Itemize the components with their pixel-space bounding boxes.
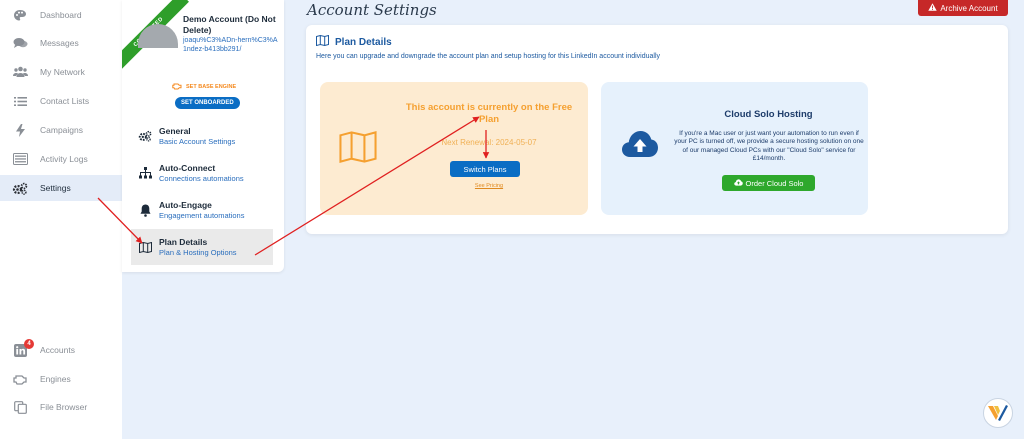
plan-details-card: Plan Details Here you can upgrade and do… (306, 25, 1008, 234)
account-slug[interactable]: joaqu%C3%ADn-hern%C3%A1ndez-b413bb291/ (183, 36, 279, 54)
menu-item-subtitle: Connections automations (159, 173, 244, 183)
sidebar-item-accounts[interactable]: 4 Accounts (0, 337, 122, 363)
archive-account-label: Archive Account (940, 3, 998, 13)
sidebar-item-messages[interactable]: Messages (0, 30, 122, 56)
sidebar-item-my-network[interactable]: My Network (0, 59, 122, 85)
map-icon (131, 241, 159, 253)
menu-item-title: Auto-Connect (159, 162, 216, 173)
list-icon (0, 96, 40, 107)
page-title: Account Settings (307, 1, 437, 19)
network-icon (131, 167, 159, 179)
sidebar-item-dashboard[interactable]: Dashboard (0, 2, 122, 28)
bell-icon (131, 204, 159, 217)
archive-account-button[interactable]: Archive Account (918, 0, 1008, 16)
menu-item-subtitle: Engagement automations (159, 210, 245, 220)
plan-details-heading: Plan Details (316, 34, 392, 49)
sidebar-item-contact-lists[interactable]: Contact Lists (0, 88, 122, 114)
bolt-icon (0, 123, 40, 137)
file-browser-icon (0, 400, 40, 414)
app-logo (983, 398, 1013, 428)
linkedin-icon: 4 (0, 338, 40, 357)
account-settings-panel: CONNECTED Demo Account (Do Not Delete) j… (122, 0, 284, 272)
current-plan-box: This account is currently on the Free Pl… (320, 82, 588, 215)
warning-icon (928, 3, 938, 13)
menu-item-plan-details[interactable]: Plan Details Plan & Hosting Options (131, 229, 273, 265)
sidebar-item-label: Accounts (40, 345, 75, 355)
account-name: Demo Account (Do Not Delete) (183, 14, 276, 35)
sidebar-item-label: Engines (40, 374, 71, 384)
plan-details-title: Plan Details (335, 36, 392, 48)
palette-icon (0, 9, 40, 22)
menu-item-title: Plan Details (159, 236, 208, 247)
cloud-upload-icon (621, 130, 659, 161)
sidebar-item-engines[interactable]: Engines (0, 366, 122, 392)
map-icon (339, 130, 377, 167)
cogs-icon (131, 130, 159, 142)
log-list-icon (0, 153, 40, 165)
plan-details-description: Here you can upgrade and downgrade the a… (316, 53, 661, 60)
set-onboarded-button[interactable]: SET ONBOARDED (175, 97, 240, 109)
sidebar-item-campaigns[interactable]: Campaigns (0, 117, 122, 143)
logo-mark-icon (988, 405, 1008, 421)
account-card: CONNECTED Demo Account (Do Not Delete) j… (122, 0, 284, 118)
sidebar-item-file-browser[interactable]: File Browser (0, 394, 122, 420)
sidebar-item-activity-logs[interactable]: Activity Logs (0, 146, 122, 172)
see-pricing-link[interactable]: See Pricing (405, 183, 573, 189)
sidebar-item-label: Settings (40, 183, 71, 193)
users-icon (0, 66, 40, 78)
sidebar: Dashboard Messages My Network Contact Li… (0, 0, 122, 439)
sidebar-item-label: Contact Lists (40, 96, 90, 106)
menu-item-general[interactable]: General Basic Account Settings (131, 118, 273, 154)
sidebar-item-label: Activity Logs (40, 154, 88, 164)
next-renewal-text: Next Renewal: 2024-05-07 (441, 138, 537, 147)
set-base-engine-button[interactable]: SET BASE ENGINE (172, 82, 236, 92)
sidebar-item-label: Messages (40, 38, 79, 48)
menu-item-subtitle: Plan & Hosting Options (159, 247, 237, 257)
sidebar-item-label: Campaigns (40, 125, 83, 135)
menu-item-auto-connect[interactable]: Auto-Connect Connections automations (131, 155, 273, 191)
cogs-icon (0, 182, 40, 195)
order-cloud-solo-button[interactable]: Order Cloud Solo (722, 175, 815, 191)
chat-bubbles-icon (0, 37, 40, 49)
set-base-engine-label: SET BASE ENGINE (186, 84, 237, 90)
menu-item-title: General (159, 125, 191, 136)
menu-item-auto-engage[interactable]: Auto-Engage Engagement automations (131, 192, 273, 228)
sidebar-item-label: Dashboard (40, 10, 82, 20)
sidebar-item-label: My Network (40, 67, 85, 77)
engine-icon (172, 82, 182, 92)
current-plan-headline: This account is currently on the Free Pl… (405, 102, 573, 125)
sidebar-item-settings[interactable]: Settings (0, 175, 122, 201)
map-icon (316, 34, 329, 49)
cloud-icon (733, 178, 743, 188)
cloud-solo-description: If you're a Mac user or just want your a… (674, 130, 864, 162)
cloud-solo-box: Cloud Solo Hosting If you're a Mac user … (601, 82, 868, 215)
engine-icon (0, 373, 40, 385)
accounts-badge: 4 (24, 338, 34, 349)
sidebar-item-label: File Browser (40, 402, 88, 412)
menu-item-subtitle: Basic Account Settings (159, 136, 236, 146)
order-cloud-solo-label: Order Cloud Solo (745, 178, 804, 188)
menu-item-title: Auto-Engage (159, 199, 212, 210)
switch-plans-button[interactable]: Switch Plans (450, 161, 520, 177)
cloud-solo-title: Cloud Solo Hosting (724, 109, 813, 120)
